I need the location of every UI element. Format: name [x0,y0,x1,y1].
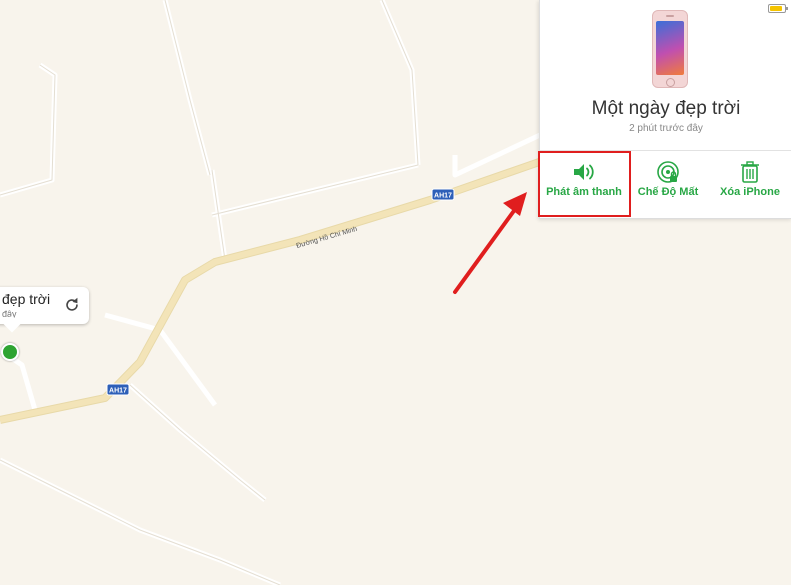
device-last-seen: 2 phút trước đây [629,123,703,134]
device-name: Một ngày đẹp trời [591,98,741,119]
highway-shield: AH17 [431,188,455,201]
location-callout[interactable]: đẹp trời đây [0,287,89,333]
lost-mode-label: Chế Độ Mất [637,186,699,198]
battery-icon [768,4,788,13]
svg-text:AH17: AH17 [109,388,127,395]
highway-shield: AH17 [106,383,130,396]
trash-icon [741,161,759,183]
callout-title: đẹp trời [2,291,51,307]
refresh-icon[interactable] [63,296,81,314]
device-location-dot[interactable] [1,343,19,361]
lost-mode-button[interactable]: Chế Độ Mất [626,156,710,212]
iphone-image [652,10,688,88]
erase-iphone-button[interactable]: Xóa iPhone [708,156,791,212]
svg-text:AH17: AH17 [434,193,452,200]
lost-mode-icon [657,161,679,183]
erase-iphone-label: Xóa iPhone [720,186,780,198]
annotation-highlight-box [538,151,631,217]
